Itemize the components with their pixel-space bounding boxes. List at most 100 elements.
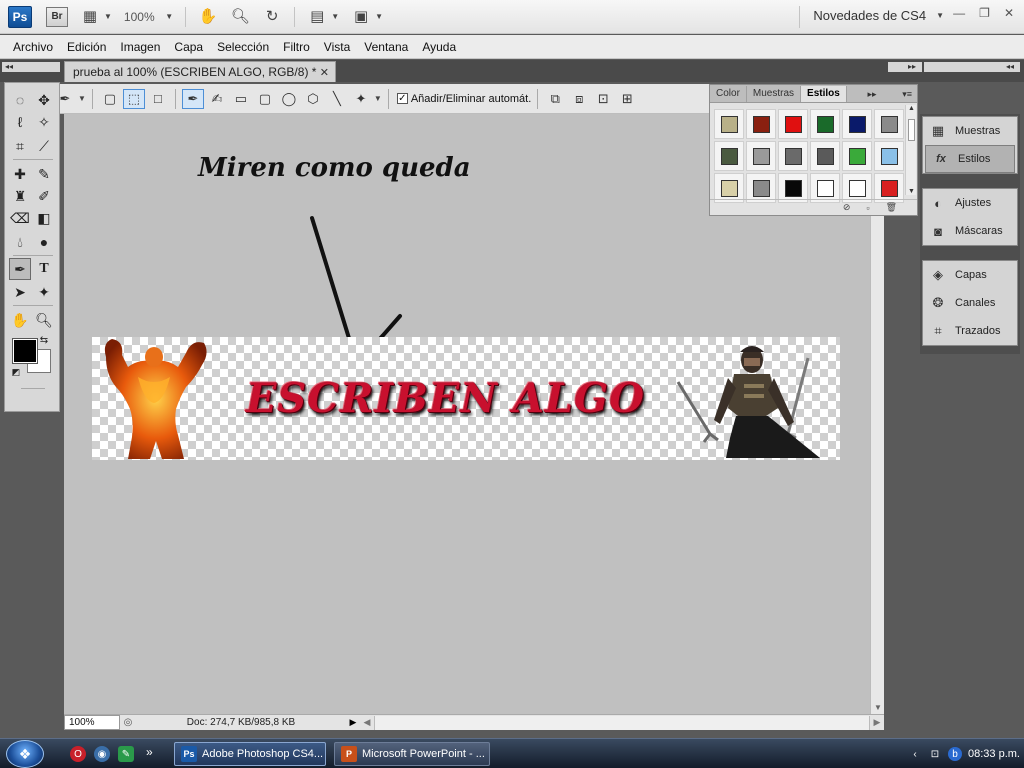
document-tab[interactable]: prueba al 100% (ESCRIBEN ALGO, RGB/8) * … bbox=[64, 61, 336, 82]
style-swatch[interactable] bbox=[810, 141, 840, 171]
close-document-icon[interactable]: ✕ bbox=[320, 66, 329, 79]
rectangle-icon[interactable]: ▭ bbox=[230, 89, 252, 109]
quick-mask-button[interactable] bbox=[21, 388, 45, 389]
dock-item-ajustes[interactable]: ◐ Ajustes bbox=[923, 189, 1017, 217]
zoom-level-dropdown[interactable]: 100% ▼ bbox=[124, 6, 173, 28]
custom-shape-tool-icon[interactable]: ✦ bbox=[33, 281, 55, 303]
magic-wand-tool-icon[interactable]: ✧ bbox=[33, 111, 55, 133]
paths-mode-icon[interactable]: ⬚ bbox=[122, 88, 145, 109]
quick-launch-more-icon[interactable]: » bbox=[146, 745, 153, 759]
style-swatch[interactable] bbox=[778, 141, 808, 171]
menu-seleccion[interactable]: Selección bbox=[210, 40, 276, 54]
menu-filtro[interactable]: Filtro bbox=[276, 40, 317, 54]
tab-estilos[interactable]: Estilos bbox=[801, 86, 847, 102]
pen-icon[interactable]: ✒ bbox=[181, 88, 204, 109]
style-swatch[interactable] bbox=[714, 141, 744, 171]
dock-item-canales[interactable]: ❂ Canales bbox=[923, 289, 1017, 317]
panel-collapse-icon[interactable]: ▸▸ bbox=[863, 86, 882, 102]
status-zoom-field[interactable]: 100% bbox=[64, 715, 120, 730]
paint-icon[interactable]: ✎ bbox=[118, 746, 134, 762]
arrange-documents-button[interactable]: ▤ ▼ bbox=[307, 6, 339, 28]
minimize-button[interactable]: — bbox=[953, 6, 965, 20]
shape-layers-icon[interactable]: ▢ bbox=[99, 89, 121, 109]
healing-brush-tool-icon[interactable]: ✚ bbox=[9, 163, 31, 185]
scroll-right-arrow[interactable]: ▶ bbox=[870, 717, 884, 728]
type-tool-icon[interactable]: T bbox=[33, 258, 55, 280]
gradient-tool-icon[interactable]: ◧ bbox=[33, 207, 55, 229]
auto-add-delete-checkbox[interactable]: ✓ bbox=[396, 93, 408, 104]
dock-item-trazados[interactable]: ⌗ Trazados bbox=[923, 317, 1017, 345]
clear-style-icon[interactable]: ⊘ bbox=[843, 202, 851, 213]
scroll-down-arrow[interactable]: ▼ bbox=[908, 188, 915, 195]
exclude-overlap-icon[interactable]: ⊞ bbox=[616, 89, 638, 109]
opera-icon[interactable]: O bbox=[70, 746, 86, 762]
intersect-path-icon[interactable]: ⊡ bbox=[592, 89, 614, 109]
path-selection-tool-icon[interactable]: ➤ bbox=[9, 281, 31, 303]
hand-tool-button[interactable]: ✋ bbox=[198, 6, 218, 28]
pen-tool-icon[interactable]: ✒ bbox=[9, 258, 31, 280]
style-swatch[interactable] bbox=[874, 109, 904, 139]
workspace-switcher[interactable]: Novedades de CS4 ▼ bbox=[813, 8, 944, 23]
lasso-tool-icon[interactable]: ℓ bbox=[9, 111, 31, 133]
show-desktop-icon[interactable]: ◉ bbox=[94, 746, 110, 762]
subtract-from-path-icon[interactable]: ⧈ bbox=[568, 89, 590, 109]
swap-colors-icon[interactable]: ⇆ bbox=[37, 333, 51, 347]
style-swatch[interactable] bbox=[810, 109, 840, 139]
line-icon[interactable]: ╲ bbox=[326, 89, 348, 109]
marquee-tool-icon[interactable]: ◌ bbox=[9, 89, 31, 111]
scroll-up-arrow[interactable]: ▲ bbox=[908, 105, 915, 112]
style-swatch[interactable] bbox=[746, 109, 776, 139]
menu-capa[interactable]: Capa bbox=[167, 40, 210, 54]
menu-vista[interactable]: Vista bbox=[317, 40, 357, 54]
style-swatch[interactable] bbox=[714, 109, 744, 139]
move-tool-icon[interactable]: ✥ bbox=[33, 89, 55, 111]
style-swatch[interactable] bbox=[842, 141, 872, 171]
taskbar-item-photoshop[interactable]: Ps Adobe Photoshop CS4... bbox=[174, 742, 326, 766]
clone-stamp-tool-icon[interactable]: ♜ bbox=[9, 185, 31, 207]
polygon-icon[interactable]: ⬡ bbox=[302, 89, 324, 109]
crop-tool-icon[interactable]: ⌗ bbox=[9, 135, 31, 157]
restore-button[interactable]: ❐ bbox=[979, 6, 990, 20]
menu-edicion[interactable]: Edición bbox=[60, 40, 113, 54]
freeform-pen-icon[interactable]: ✍ bbox=[206, 89, 228, 109]
bridge-launch-button[interactable]: Br bbox=[46, 6, 68, 27]
dodge-tool-icon[interactable]: ● bbox=[33, 231, 55, 253]
close-button[interactable]: ✕ bbox=[1004, 6, 1014, 20]
rounded-rectangle-icon[interactable]: ▢ bbox=[254, 89, 276, 109]
style-swatch[interactable] bbox=[778, 109, 808, 139]
tray-expand-icon[interactable]: ‹ bbox=[908, 747, 922, 761]
fill-pixels-icon[interactable]: □ bbox=[147, 89, 169, 109]
history-brush-tool-icon[interactable]: ✐ bbox=[33, 185, 55, 207]
add-to-path-icon[interactable]: ⧉ bbox=[544, 89, 566, 109]
chevron-down-icon[interactable]: ▼ bbox=[78, 94, 86, 103]
network-icon[interactable]: ⊡ bbox=[928, 747, 942, 761]
dock-collapse-button[interactable]: ◂◂ bbox=[924, 62, 1020, 72]
status-menu-arrow-icon[interactable]: ▶ bbox=[346, 717, 360, 728]
menu-imagen[interactable]: Imagen bbox=[113, 40, 167, 54]
auto-add-delete-toggle[interactable]: ✓ Añadir/Eliminar automát. bbox=[396, 93, 531, 105]
ellipse-icon[interactable]: ◯ bbox=[278, 89, 300, 109]
toolbox-collapse-button[interactable]: ◂◂ bbox=[2, 62, 60, 72]
eyedropper-tool-icon[interactable]: ⟋ bbox=[33, 135, 55, 157]
dock-item-capas[interactable]: ◈ Capas bbox=[923, 261, 1017, 289]
dock-item-muestras[interactable]: ▦ Muestras bbox=[923, 117, 1017, 145]
scroll-down-arrow[interactable]: ▼ bbox=[874, 703, 882, 712]
style-swatch[interactable] bbox=[746, 141, 776, 171]
horizontal-scrollbar[interactable] bbox=[374, 715, 870, 730]
rotate-view-button[interactable]: ↻ bbox=[262, 6, 282, 28]
delete-style-icon[interactable]: 🗑︎ bbox=[886, 202, 897, 213]
menu-ventana[interactable]: Ventana bbox=[357, 40, 415, 54]
brush-tool-icon[interactable]: ✎ bbox=[33, 163, 55, 185]
custom-shape-icon[interactable]: ✦ bbox=[350, 89, 372, 109]
tab-muestras[interactable]: Muestras bbox=[747, 86, 802, 102]
menu-archivo[interactable]: Archivo bbox=[6, 40, 60, 54]
style-swatch[interactable] bbox=[874, 141, 904, 171]
view-extras-button[interactable]: ▦ ▼ bbox=[80, 6, 112, 28]
foreground-color-swatch[interactable] bbox=[12, 338, 38, 364]
scroll-left-arrow[interactable]: ◀ bbox=[360, 717, 374, 728]
bluetooth-icon[interactable]: b bbox=[948, 747, 962, 761]
style-swatch[interactable] bbox=[842, 109, 872, 139]
menu-ayuda[interactable]: Ayuda bbox=[415, 40, 463, 54]
panel-expand-button[interactable]: ▸▸ bbox=[888, 62, 922, 72]
eraser-tool-icon[interactable]: ⌫ bbox=[9, 207, 31, 229]
